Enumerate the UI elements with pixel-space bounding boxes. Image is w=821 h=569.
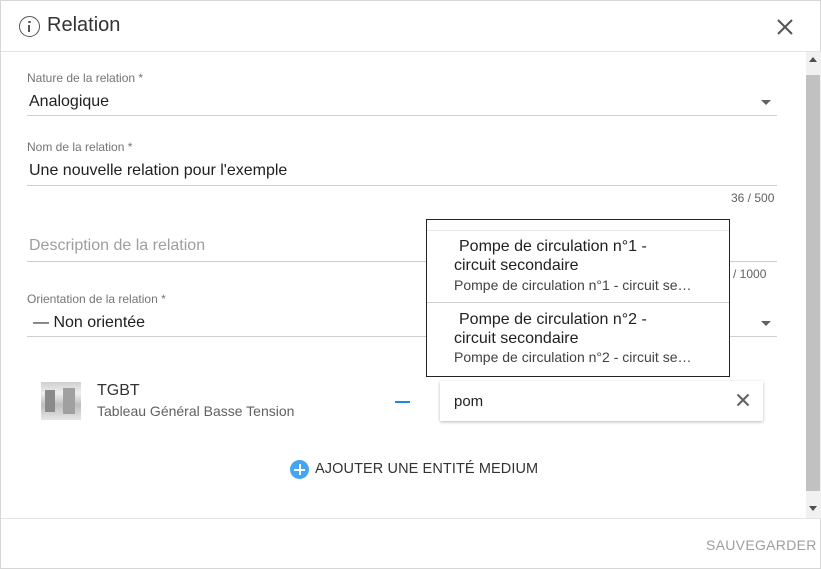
nature-select[interactable]: Analogique — [27, 90, 777, 116]
entity-name: TGBT — [97, 382, 140, 399]
dialog-header: Relation — [1, 1, 821, 52]
suggestion-item[interactable]: Pompe de circulation n°1 - circuit secon… — [427, 230, 729, 302]
nature-dropdown-caret-icon — [761, 100, 771, 105]
name-value: Une nouvelle relation pour l'exemple — [29, 162, 288, 179]
dialog-title: Relation — [47, 14, 121, 36]
name-counter: 36 / 500 — [731, 191, 775, 205]
autocomplete-dropdown: Pompe de circulation n°1 - circuit secon… — [426, 219, 730, 377]
suggestion-title-line2: circuit secondaire — [454, 257, 579, 274]
relation-dialog: Relation Nature de la relation * Analogi… — [0, 0, 821, 569]
add-entity-label: AJOUTER UNE ENTITÉ MEDIUM — [315, 461, 539, 477]
nature-label: Nature de la relation * — [27, 71, 144, 85]
suggestion-item[interactable]: Pompe de circulation n°2 - circuit secon… — [427, 302, 729, 376]
dialog-footer: SAUVEGARDER — [1, 518, 821, 569]
name-input[interactable]: Une nouvelle relation pour l'exemple — [27, 159, 777, 185]
description-placeholder: Description de la relation — [29, 237, 206, 254]
suggestion-subtitle: Pompe de circulation n°2 - circuit se… — [454, 349, 692, 365]
orientation-value: — Non orientée — [33, 314, 146, 331]
close-button[interactable] — [774, 16, 796, 38]
entity-description: Tableau Général Basse Tension — [97, 403, 295, 419]
scroll-down-arrow-icon[interactable] — [809, 506, 817, 511]
orientation-dropdown-caret-icon — [761, 321, 771, 326]
entity-search-box — [440, 381, 763, 421]
relation-link-dash — [395, 401, 410, 403]
name-underline — [27, 185, 777, 186]
add-circle-icon — [290, 460, 309, 479]
scroll-up-arrow-icon[interactable] — [809, 57, 817, 62]
suggestion-title-line2: circuit secondaire — [454, 330, 579, 347]
clear-icon — [736, 393, 750, 407]
scroll-thumb[interactable] — [806, 75, 820, 491]
suggestion-subtitle: Pompe de circulation n°1 - circuit se… — [454, 277, 692, 293]
save-button[interactable]: SAUVEGARDER — [706, 537, 817, 553]
suggestion-title-line1: Pompe de circulation n°2 - — [459, 311, 647, 328]
info-icon — [19, 16, 40, 37]
nature-underline — [27, 115, 777, 116]
clear-search-button[interactable] — [736, 393, 750, 407]
orientation-label: Orientation de la relation * — [27, 292, 166, 306]
entity-thumbnail — [41, 382, 81, 420]
suggestion-title-line1: Pompe de circulation n°1 - — [459, 238, 647, 255]
nature-value: Analogique — [29, 93, 110, 110]
entity-search-input[interactable] — [454, 390, 714, 412]
close-icon — [777, 19, 793, 35]
content-scrollbar[interactable] — [806, 52, 821, 518]
name-label: Nom de la relation * — [27, 140, 133, 154]
